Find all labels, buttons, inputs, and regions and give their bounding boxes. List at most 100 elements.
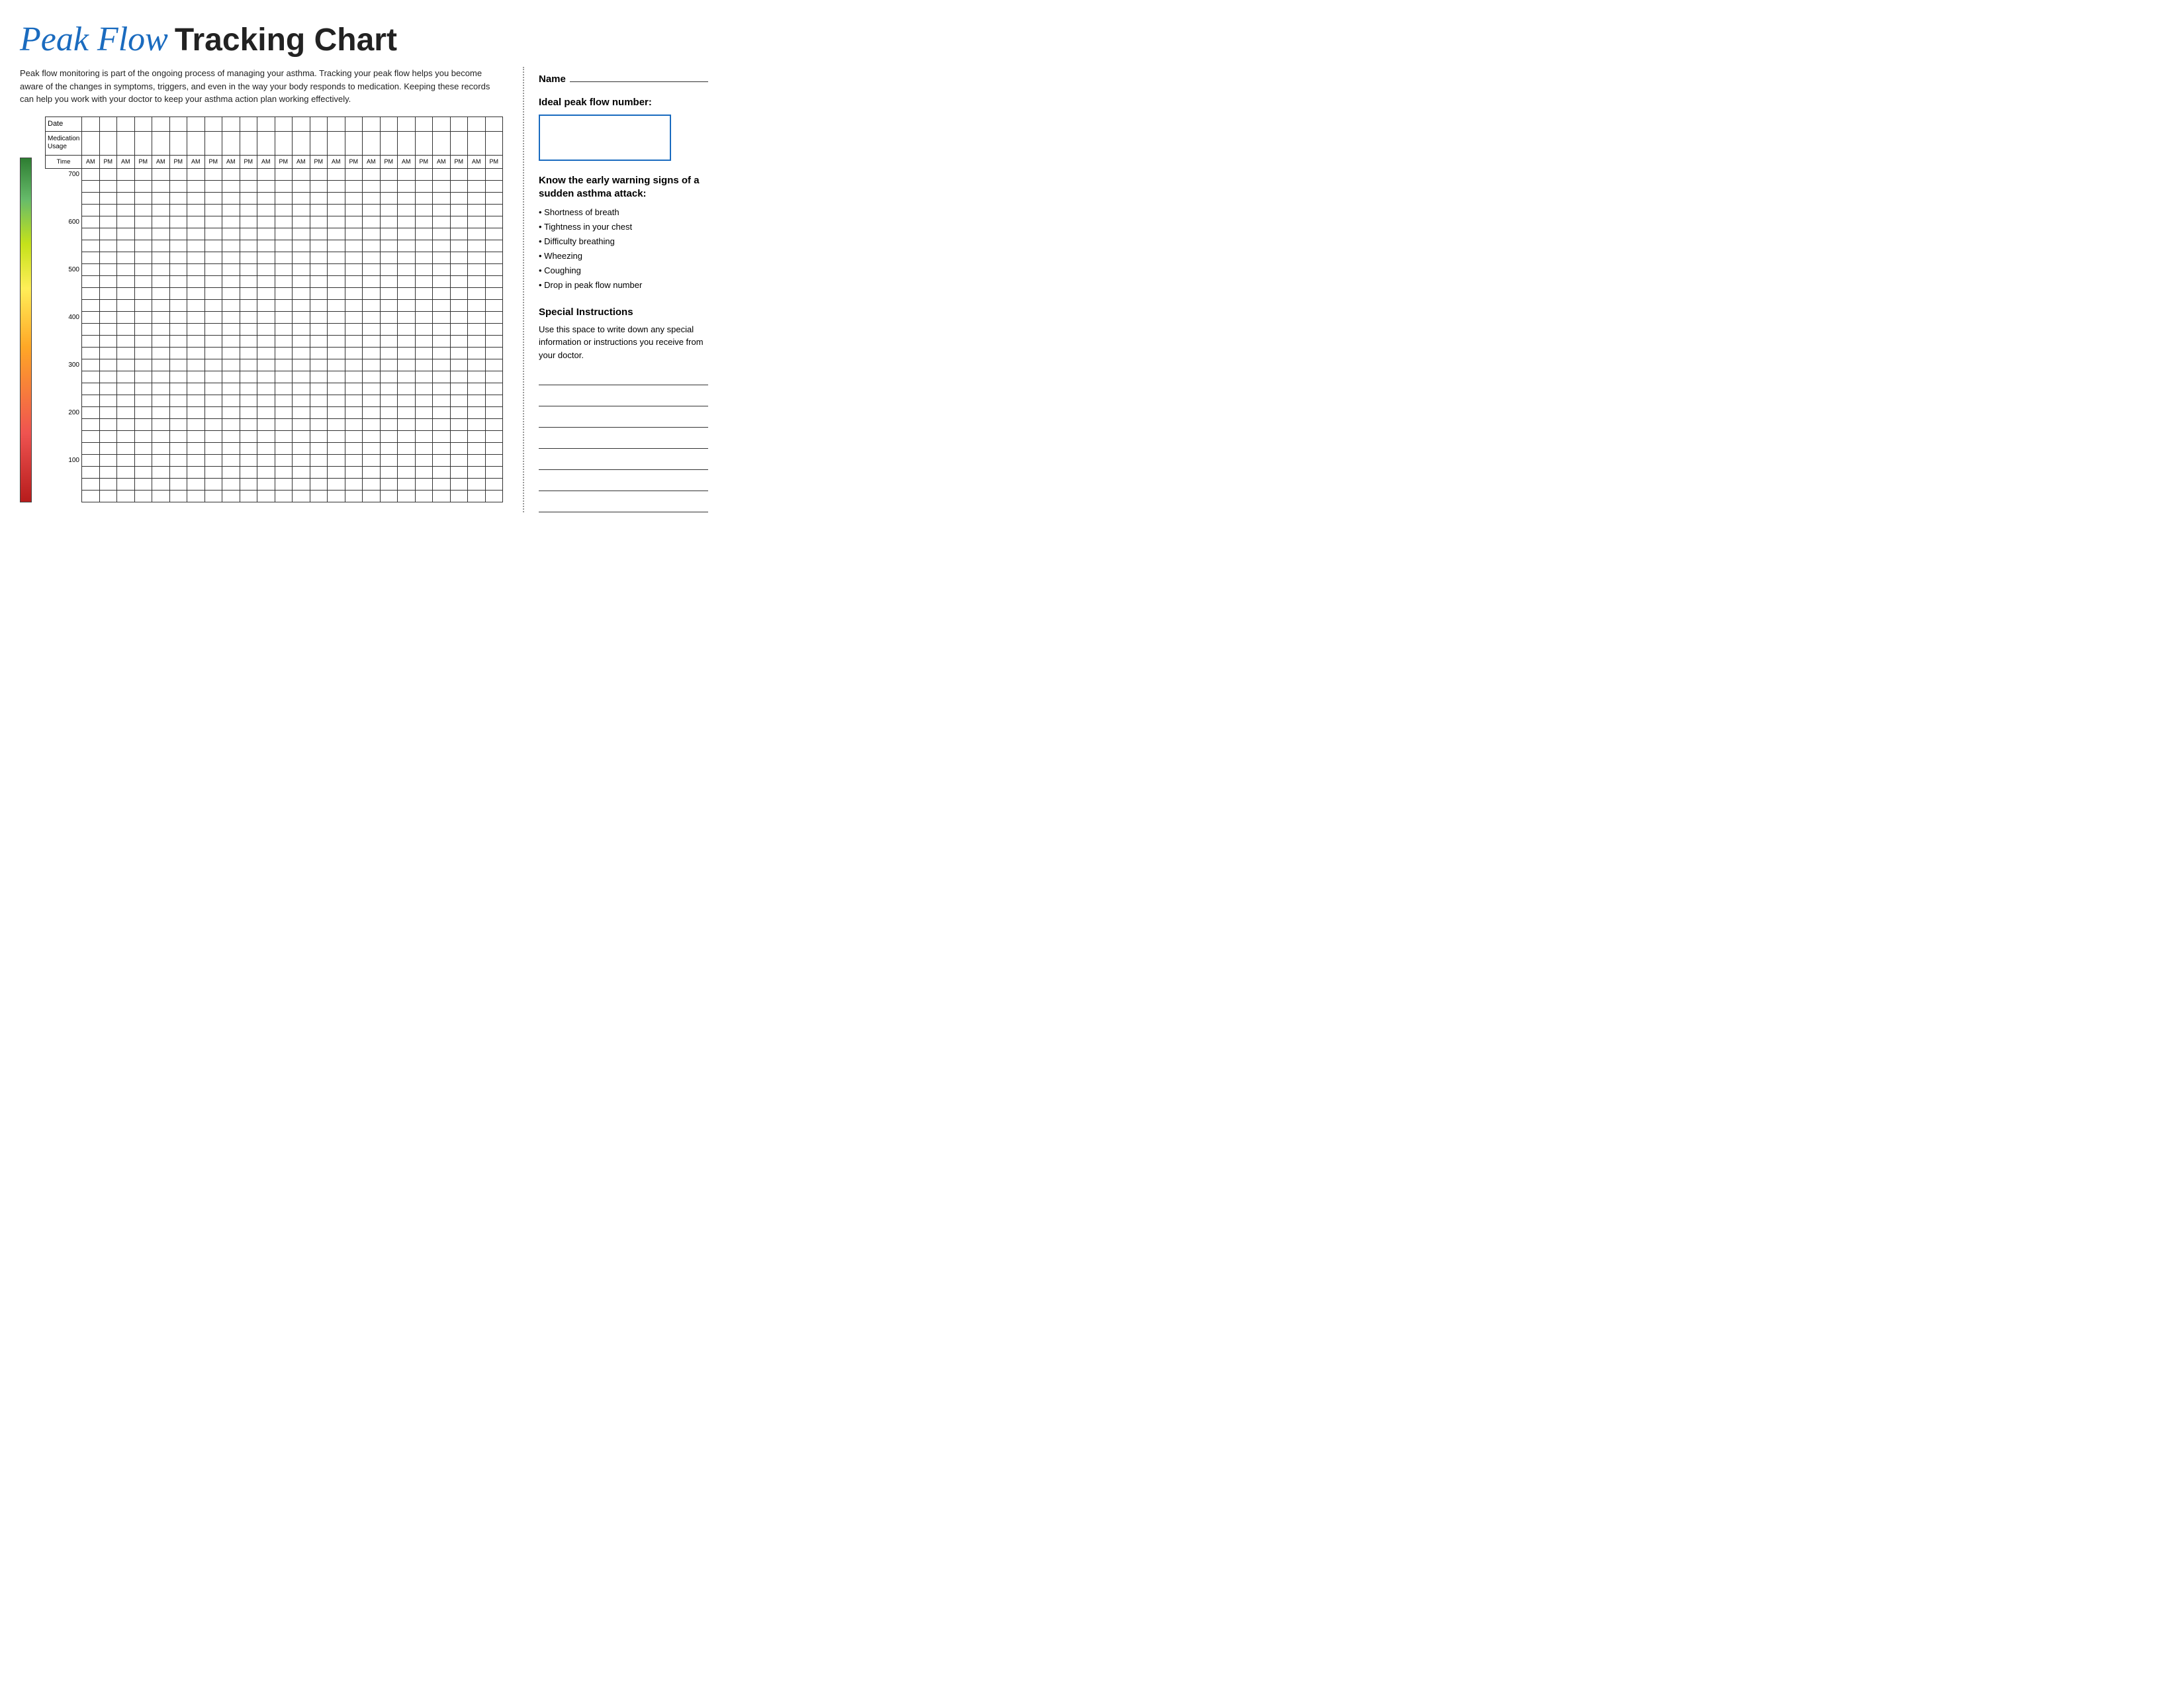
data-cell[interactable] <box>450 311 468 323</box>
data-cell[interactable] <box>134 180 152 192</box>
data-cell[interactable] <box>99 263 117 275</box>
data-cell[interactable] <box>485 168 503 180</box>
data-cell[interactable] <box>240 275 257 287</box>
data-cell[interactable] <box>82 323 100 335</box>
data-cell[interactable] <box>433 442 451 454</box>
data-cell[interactable] <box>310 418 328 430</box>
write-line[interactable] <box>539 416 708 428</box>
data-cell[interactable] <box>415 168 433 180</box>
data-cell[interactable] <box>363 192 381 204</box>
date-cell[interactable] <box>169 117 187 131</box>
write-line[interactable] <box>539 500 708 512</box>
data-cell[interactable] <box>380 335 398 347</box>
data-cell[interactable] <box>240 395 257 406</box>
data-cell[interactable] <box>134 240 152 252</box>
data-cell[interactable] <box>222 454 240 466</box>
data-cell[interactable] <box>363 478 381 490</box>
data-cell[interactable] <box>328 252 345 263</box>
data-cell[interactable] <box>328 395 345 406</box>
data-cell[interactable] <box>310 180 328 192</box>
data-cell[interactable] <box>275 359 293 371</box>
data-cell[interactable] <box>99 395 117 406</box>
data-cell[interactable] <box>152 347 170 359</box>
data-cell[interactable] <box>415 490 433 502</box>
data-cell[interactable] <box>222 395 240 406</box>
data-cell[interactable] <box>328 406 345 418</box>
data-cell[interactable] <box>363 275 381 287</box>
data-cell[interactable] <box>468 383 486 395</box>
data-cell[interactable] <box>293 263 310 275</box>
data-cell[interactable] <box>380 430 398 442</box>
date-cell[interactable] <box>328 117 345 131</box>
data-cell[interactable] <box>187 252 205 263</box>
data-cell[interactable] <box>433 263 451 275</box>
data-cell[interactable] <box>380 204 398 216</box>
data-cell[interactable] <box>152 335 170 347</box>
data-cell[interactable] <box>205 204 222 216</box>
data-cell[interactable] <box>134 335 152 347</box>
data-cell[interactable] <box>169 192 187 204</box>
data-cell[interactable] <box>187 311 205 323</box>
data-cell[interactable] <box>222 287 240 299</box>
data-cell[interactable] <box>468 168 486 180</box>
data-cell[interactable] <box>433 359 451 371</box>
data-cell[interactable] <box>99 299 117 311</box>
data-cell[interactable] <box>275 430 293 442</box>
data-cell[interactable] <box>169 275 187 287</box>
data-cell[interactable] <box>450 430 468 442</box>
data-cell[interactable] <box>433 192 451 204</box>
data-cell[interactable] <box>398 406 416 418</box>
data-cell[interactable] <box>345 395 363 406</box>
data-cell[interactable] <box>398 204 416 216</box>
data-cell[interactable] <box>152 263 170 275</box>
data-cell[interactable] <box>450 192 468 204</box>
data-cell[interactable] <box>152 418 170 430</box>
data-cell[interactable] <box>345 216 363 228</box>
med-cell[interactable] <box>134 131 152 155</box>
ideal-box[interactable] <box>539 115 671 161</box>
data-cell[interactable] <box>450 454 468 466</box>
data-cell[interactable] <box>328 192 345 204</box>
data-cell[interactable] <box>82 240 100 252</box>
data-cell[interactable] <box>293 442 310 454</box>
data-cell[interactable] <box>398 216 416 228</box>
data-cell[interactable] <box>99 168 117 180</box>
data-cell[interactable] <box>187 395 205 406</box>
data-cell[interactable] <box>117 216 135 228</box>
data-cell[interactable] <box>450 299 468 311</box>
data-cell[interactable] <box>205 263 222 275</box>
data-cell[interactable] <box>117 442 135 454</box>
med-cell[interactable] <box>222 131 240 155</box>
data-cell[interactable] <box>82 383 100 395</box>
data-cell[interactable] <box>205 383 222 395</box>
data-cell[interactable] <box>485 430 503 442</box>
data-cell[interactable] <box>398 383 416 395</box>
data-cell[interactable] <box>99 311 117 323</box>
data-cell[interactable] <box>257 383 275 395</box>
data-cell[interactable] <box>257 430 275 442</box>
data-cell[interactable] <box>257 263 275 275</box>
data-cell[interactable] <box>240 323 257 335</box>
data-cell[interactable] <box>328 430 345 442</box>
data-cell[interactable] <box>275 395 293 406</box>
data-cell[interactable] <box>240 466 257 478</box>
data-cell[interactable] <box>82 490 100 502</box>
data-cell[interactable] <box>82 180 100 192</box>
data-cell[interactable] <box>117 347 135 359</box>
data-cell[interactable] <box>415 323 433 335</box>
data-cell[interactable] <box>169 204 187 216</box>
data-cell[interactable] <box>363 466 381 478</box>
data-cell[interactable] <box>450 240 468 252</box>
data-cell[interactable] <box>380 359 398 371</box>
med-cell[interactable] <box>415 131 433 155</box>
data-cell[interactable] <box>205 192 222 204</box>
date-cell[interactable] <box>433 117 451 131</box>
date-cell[interactable] <box>99 117 117 131</box>
data-cell[interactable] <box>415 454 433 466</box>
data-cell[interactable] <box>398 323 416 335</box>
data-cell[interactable] <box>328 168 345 180</box>
data-cell[interactable] <box>82 442 100 454</box>
data-cell[interactable] <box>187 275 205 287</box>
data-cell[interactable] <box>433 252 451 263</box>
data-cell[interactable] <box>328 180 345 192</box>
